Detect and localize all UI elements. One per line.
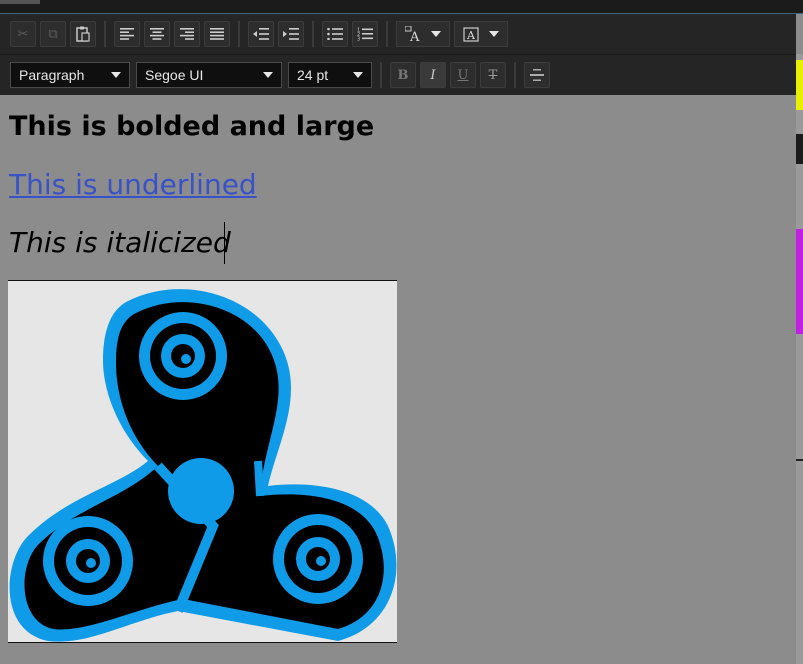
chevron-down-icon [111, 72, 121, 78]
svg-text:3: 3 [357, 37, 360, 42]
scissors-icon: ✂ [17, 26, 29, 42]
top-strip-mark [0, 0, 40, 4]
font-family-select[interactable]: Segoe UI [136, 62, 282, 88]
formatting-toolbar-top: ✂ ⧉ 1 2 3 A A [0, 14, 796, 54]
align-left-button[interactable] [114, 21, 140, 47]
highlight-color-dropdown[interactable]: A [454, 21, 508, 47]
highlight-color-icon: A [463, 27, 479, 42]
paragraph-style-value: Paragraph [19, 67, 85, 83]
italic-icon: I [430, 67, 436, 83]
indent-icon [283, 28, 299, 40]
side-panel-edge [796, 54, 803, 664]
align-left-icon [120, 28, 134, 40]
horizontal-rule-icon [530, 69, 544, 81]
bold-button[interactable]: B [390, 62, 416, 88]
numbered-list-button[interactable]: 1 2 3 [352, 21, 378, 47]
bulleted-list-icon [327, 28, 343, 40]
paste-button[interactable] [70, 21, 96, 47]
chevron-down-icon [489, 31, 499, 37]
font-color-dropdown[interactable]: A [396, 21, 450, 47]
bold-icon: B [397, 67, 409, 83]
align-center-icon [150, 28, 164, 40]
align-center-button[interactable] [144, 21, 170, 47]
underlined-text-line[interactable]: This is underlined [9, 168, 257, 201]
side-marker-dark [796, 134, 803, 164]
outdent-icon [253, 28, 269, 40]
paragraph-style-select[interactable]: Paragraph [10, 62, 130, 88]
numbered-list-icon: 1 2 3 [357, 28, 373, 42]
toolbar-separator [380, 62, 382, 88]
svg-text:A: A [466, 29, 476, 42]
toolbar-separator [104, 21, 106, 47]
toolbar-separator [514, 62, 516, 88]
chevron-down-icon [353, 72, 363, 78]
window-top-strip [0, 0, 803, 14]
font-size-select[interactable]: 24 pt [288, 62, 372, 88]
align-right-icon [180, 28, 194, 40]
text-cursor [224, 222, 225, 264]
bold-text-line[interactable]: This is bolded and large [9, 111, 374, 142]
italic-button[interactable]: I [420, 62, 446, 88]
align-right-button[interactable] [174, 21, 200, 47]
toolbar-separator [386, 21, 388, 47]
bulleted-list-button[interactable] [322, 21, 348, 47]
toolbar-separator [238, 21, 240, 47]
side-marker-yellow [796, 60, 803, 110]
underline-button[interactable]: U [450, 62, 476, 88]
strikethrough-button[interactable]: T [480, 62, 506, 88]
copy-icon: ⧉ [48, 26, 58, 42]
triskelion-image[interactable] [8, 280, 397, 643]
toolbar-separator [312, 21, 314, 47]
side-marker-magenta [796, 229, 803, 334]
indent-button[interactable] [278, 21, 304, 47]
horizontal-rule-button[interactable] [524, 62, 550, 88]
font-color-icon: A [405, 26, 420, 42]
underline-icon: U [457, 67, 469, 83]
rich-text-editor[interactable]: This is bolded and large This is underli… [0, 95, 796, 664]
cut-button[interactable]: ✂ [10, 21, 36, 47]
font-size-value: 24 pt [297, 67, 329, 83]
clipboard-icon [76, 26, 90, 42]
font-family-value: Segoe UI [145, 67, 204, 83]
outdent-button[interactable] [248, 21, 274, 47]
formatting-toolbar-bottom: Paragraph Segoe UI 24 pt B I U T [0, 54, 796, 95]
chevron-down-icon [431, 31, 441, 37]
justify-button[interactable] [204, 21, 230, 47]
justify-icon [210, 28, 224, 40]
italic-text-line[interactable]: This is italicized [9, 226, 231, 259]
copy-button[interactable]: ⧉ [40, 21, 66, 47]
chevron-down-icon [263, 72, 273, 78]
triskelion-graphic [9, 289, 397, 642]
strikethrough-icon: T [488, 67, 498, 83]
side-divider [796, 459, 803, 461]
svg-text:A: A [409, 30, 420, 42]
